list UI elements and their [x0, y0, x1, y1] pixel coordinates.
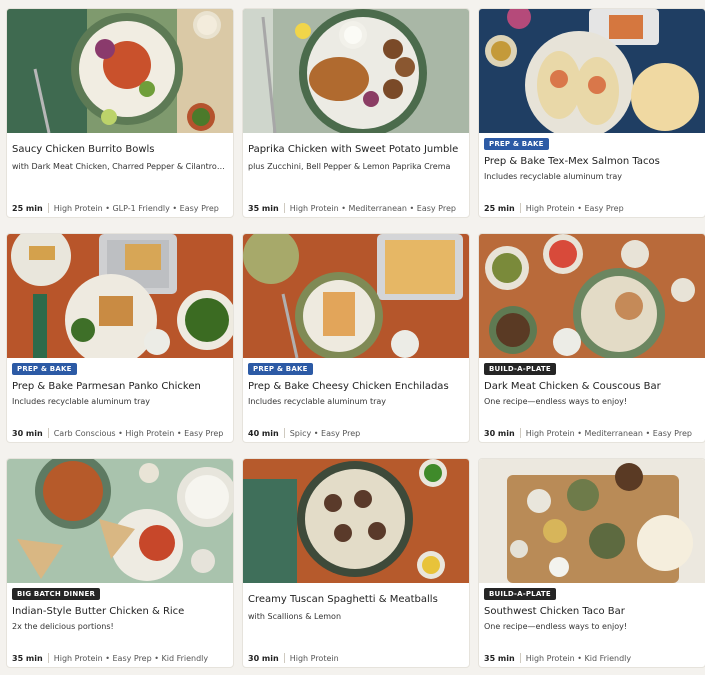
divider — [283, 653, 285, 663]
divider — [47, 653, 49, 663]
recipe-photo[interactable] — [243, 9, 469, 133]
recipe-title[interactable]: Paprika Chicken with Sweet Potato Jumble — [248, 143, 462, 156]
recipe-tags: High Protein — [289, 654, 339, 663]
divider — [519, 428, 521, 438]
recipe-subtitle: with Dark Meat Chicken, Charred Pepper &… — [12, 162, 226, 171]
recipe-meta: 35 min High Protein • Mediterranean • Eas… — [248, 203, 462, 214]
recipe-card[interactable]: PREP & BAKE Prep & Bake Cheesy Chicken E… — [242, 233, 470, 443]
recipe-meta: 30 min Carb Conscious • High Protein • Ea… — [12, 428, 226, 439]
recipe-tags: High Protein • Mediterranean • Easy Prep — [289, 204, 456, 213]
recipe-card[interactable]: PREP & BAKE Prep & Bake Tex-Mex Salmon T… — [478, 8, 705, 218]
recipe-badge: BUILD-A-PLATE — [484, 363, 556, 375]
recipe-badge: BIG BATCH DINNER — [12, 588, 101, 600]
recipe-badge: PREP & BAKE — [248, 363, 313, 375]
divider — [519, 203, 521, 213]
recipe-tags: High Protein • Mediterranean • Easy Prep — [525, 429, 692, 438]
cook-time: 35 min — [484, 654, 515, 663]
recipe-meta: 35 min High Protein • Easy Prep • Kid Fri… — [12, 653, 226, 664]
recipe-subtitle: with Scallions & Lemon — [248, 612, 342, 621]
recipe-card[interactable]: Paprika Chicken with Sweet Potato Jumble… — [242, 8, 470, 218]
recipe-meta: 25 min High Protein • GLP-1 Friendly • Ea… — [12, 203, 226, 214]
recipe-meta: 30 min High Protein — [248, 653, 462, 664]
recipe-card[interactable]: BUILD-A-PLATE Dark Meat Chicken & Cousco… — [478, 233, 705, 443]
recipe-title[interactable]: Creamy Tuscan Spaghetti & Meatballs — [248, 593, 462, 606]
cook-time: 25 min — [484, 204, 515, 213]
recipe-tags: High Protein • Easy Prep • Kid Friendly — [53, 654, 209, 663]
recipe-grid: Saucy Chicken Burrito Bowls with Dark Me… — [0, 0, 705, 675]
recipe-title[interactable]: Dark Meat Chicken & Couscous Bar — [484, 380, 698, 393]
recipe-photo[interactable] — [479, 459, 705, 583]
recipe-tags: High Protein • Easy Prep — [525, 204, 624, 213]
recipe-meta: 40 min Spicy • Easy Prep — [248, 428, 462, 439]
divider — [283, 203, 285, 213]
cook-time: 30 min — [484, 429, 515, 438]
divider — [47, 428, 49, 438]
recipe-title[interactable]: Indian-Style Butter Chicken & Rice — [12, 605, 226, 618]
recipe-card[interactable]: PREP & BAKE Prep & Bake Parmesan Panko C… — [6, 233, 234, 443]
cook-time: 25 min — [12, 204, 43, 213]
cook-time: 40 min — [248, 429, 279, 438]
recipe-photo[interactable] — [7, 9, 233, 133]
recipe-title[interactable]: Saucy Chicken Burrito Bowls — [12, 143, 226, 156]
recipe-title[interactable]: Prep & Bake Tex-Mex Salmon Tacos — [484, 155, 698, 168]
cook-time: 30 min — [248, 654, 279, 663]
recipe-subtitle: plus Zucchini, Bell Pepper & Lemon Papri… — [248, 162, 451, 171]
divider — [283, 428, 285, 438]
recipe-subtitle: One recipe—endless ways to enjoy! — [484, 622, 628, 631]
recipe-tags: High Protein • Kid Friendly — [525, 654, 632, 663]
recipe-card[interactable]: Creamy Tuscan Spaghetti & Meatballs with… — [242, 458, 470, 668]
cook-time: 35 min — [248, 204, 279, 213]
recipe-subtitle: Includes recyclable aluminum tray — [484, 172, 623, 181]
recipe-title[interactable]: Prep & Bake Cheesy Chicken Enchiladas — [248, 380, 462, 393]
recipe-title[interactable]: Prep & Bake Parmesan Panko Chicken — [12, 380, 226, 393]
recipe-tags: High Protein • GLP-1 Friendly • Easy Pre… — [53, 204, 219, 213]
recipe-meta: 30 min High Protein • Mediterranean • Eas… — [484, 428, 698, 439]
recipe-photo[interactable] — [243, 459, 469, 583]
recipe-meta: 35 min High Protein • Kid Friendly — [484, 653, 698, 664]
recipe-badge: PREP & BAKE — [484, 138, 549, 150]
recipe-tags: Carb Conscious • High Protein • Easy Pre… — [53, 429, 224, 438]
recipe-photo[interactable] — [243, 234, 469, 358]
divider — [47, 203, 49, 213]
recipe-photo[interactable] — [7, 234, 233, 358]
recipe-title[interactable]: Southwest Chicken Taco Bar — [484, 605, 698, 618]
recipe-card[interactable]: Saucy Chicken Burrito Bowls with Dark Me… — [6, 8, 234, 218]
recipe-badge: BUILD-A-PLATE — [484, 588, 556, 600]
cook-time: 35 min — [12, 654, 43, 663]
recipe-card[interactable]: BUILD-A-PLATE Southwest Chicken Taco Bar… — [478, 458, 705, 668]
recipe-meta: 25 min High Protein • Easy Prep — [484, 203, 698, 214]
recipe-photo[interactable] — [479, 234, 705, 358]
recipe-tags: Spicy • Easy Prep — [289, 429, 361, 438]
recipe-badge: PREP & BAKE — [12, 363, 77, 375]
recipe-photo[interactable] — [479, 9, 705, 133]
recipe-subtitle: 2x the delicious portions! — [12, 622, 114, 631]
recipe-subtitle: One recipe—endless ways to enjoy! — [484, 397, 628, 406]
recipe-subtitle: Includes recyclable aluminum tray — [248, 397, 387, 406]
recipe-subtitle: Includes recyclable aluminum tray — [12, 397, 151, 406]
recipe-photo[interactable] — [7, 459, 233, 583]
divider — [519, 653, 521, 663]
recipe-card[interactable]: BIG BATCH DINNER Indian-Style Butter Chi… — [6, 458, 234, 668]
cook-time: 30 min — [12, 429, 43, 438]
